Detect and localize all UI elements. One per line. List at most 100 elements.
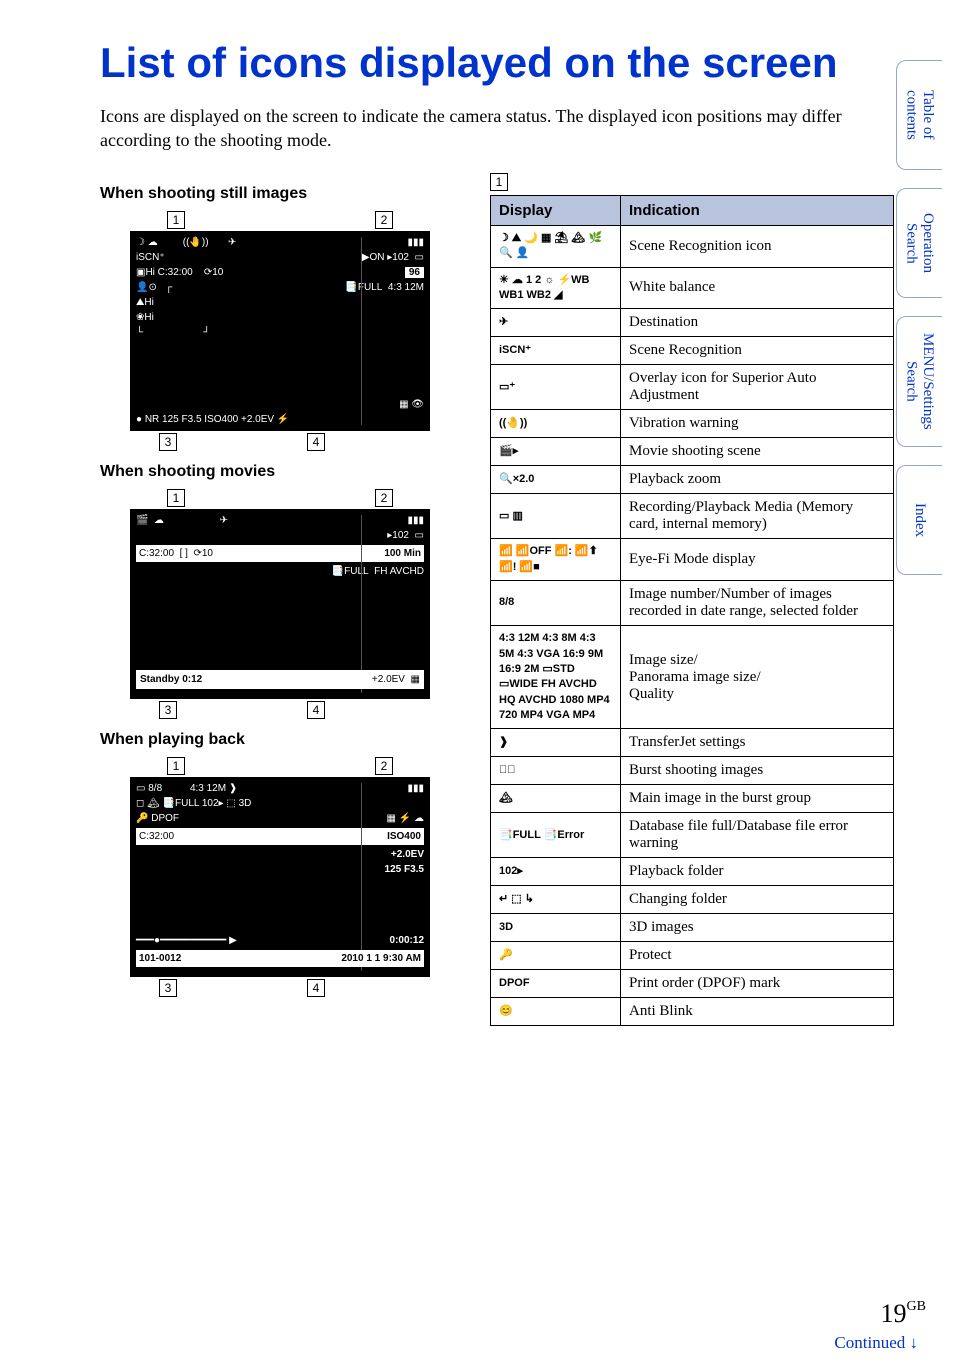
callout-2b: 2: [375, 489, 393, 507]
still-line4: 👤⊙ ┌: [136, 282, 172, 293]
display-cell: ❱: [491, 729, 621, 757]
indication-cell: Database file full/Database file error w…: [621, 813, 894, 858]
still-line6: ❀Hi: [136, 312, 154, 323]
pb-elapsed: 0:00:12: [390, 935, 424, 946]
indication-cell: Playback zoom: [621, 466, 894, 494]
display-cell: 🏔: [491, 785, 621, 813]
still-top-icons: ☽ ☁ ((🤚)) ✈: [136, 237, 236, 248]
table-row: ☽ ⛰ 🌙 ▦ ⛱ 🏔 🌿 🔍 👤Scene Recognition icon: [491, 225, 894, 267]
th-display: Display: [491, 195, 621, 225]
pb-iso: ISO400: [387, 831, 421, 842]
table-row: DPOFPrint order (DPOF) mark: [491, 970, 894, 998]
side-tabs: Table of contents Operation Search MENU/…: [896, 60, 942, 575]
section-still-label: When shooting still images: [100, 185, 460, 203]
scn-icon: iSCN⁺: [136, 252, 165, 263]
table-row: 8/8Image number/Number of images recorde…: [491, 581, 894, 626]
display-cell: 3D: [491, 914, 621, 942]
table-row: ▭⁺Overlay icon for Superior Auto Adjustm…: [491, 365, 894, 410]
table-row: ▭ ▥Recording/Playback Media (Memory card…: [491, 494, 894, 539]
still-cfull: 📑FULL 4:3 12M: [345, 282, 424, 293]
tab-menu[interactable]: MENU/Settings Search: [896, 316, 942, 447]
table-row: 102▸Playback folder: [491, 858, 894, 886]
movie-100min: 100 Min: [384, 548, 421, 559]
callout-2c: 2: [375, 757, 393, 775]
display-cell: ((🤚)): [491, 410, 621, 438]
tab-operation[interactable]: Operation Search: [896, 188, 942, 298]
still-right-icons: ▶ON ▸102 ▭: [362, 252, 424, 263]
tab-toc[interactable]: Table of contents: [896, 60, 942, 170]
callout-4b: 4: [307, 701, 325, 719]
indication-cell: Main image in the burst group: [621, 785, 894, 813]
pb-line2: ◻ 🏔 📑FULL 102▸ ⬚ 3D: [136, 798, 251, 809]
indication-cell: Playback folder: [621, 858, 894, 886]
table-row: ◻⃞Burst shooting images: [491, 757, 894, 785]
intro-text: Icons are displayed on the screen to ind…: [100, 104, 860, 153]
table-row: ↵ ⬚ ↳Changing folder: [491, 886, 894, 914]
indication-cell: Scene Recognition icon: [621, 225, 894, 267]
movie-format: 📑FULL FH AVCHD: [332, 566, 424, 577]
indication-cell: Scene Recognition: [621, 337, 894, 365]
display-cell: 🔍×2.0: [491, 466, 621, 494]
movie-batt: ▮▮▮: [407, 515, 424, 526]
callout-3: 3: [159, 433, 177, 451]
pb-top: ▭ 8/8 4:3 12M ❱: [136, 783, 237, 794]
display-cell: 🎬▸: [491, 438, 621, 466]
still-96: 96: [405, 267, 424, 278]
display-cell: 4:3 12M 4:3 8M 4:3 5M 4:3 VGA 16:9 9M 16…: [491, 626, 621, 729]
table-row: 📶 📶OFF 📶: 📶⬆ 📶! 📶■Eye-Fi Mode display: [491, 539, 894, 581]
playback-screenshot: 1 2 ▭ 8/8 4:3 12M ❱ ▮▮▮ ◻ 🏔 📑FULL 102▸ ⬚…: [125, 757, 435, 997]
indication-cell: Eye-Fi Mode display: [621, 539, 894, 581]
table-row: 🎬▸Movie shooting scene: [491, 438, 894, 466]
movie-ev: +2.0EV ▦: [372, 674, 420, 685]
indication-cell: Image size/ Panorama image size/ Quality: [621, 626, 894, 729]
continued-link[interactable]: Continued ↓: [834, 1333, 918, 1353]
movies-screenshot: 1 2 🎬 ☁ ✈ ▮▮▮ ▸102 ▭ C:32:00 [ ] ⟳10 100…: [125, 489, 435, 719]
callout-3b: 3: [159, 701, 177, 719]
table-row: 🔑Protect: [491, 942, 894, 970]
tab-index[interactable]: Index: [896, 465, 942, 575]
display-cell: DPOF: [491, 970, 621, 998]
pb-ev: +2.0EV: [391, 849, 424, 860]
movie-top: 🎬 ☁ ✈: [136, 515, 228, 526]
pb-time: C:32:00: [139, 831, 174, 842]
display-cell: ▭ ▥: [491, 494, 621, 539]
icon-table: Display Indication ☽ ⛰ 🌙 ▦ ⛱ 🏔 🌿 🔍 👤Scen…: [490, 195, 894, 1027]
pb-sf: 125 F3.5: [385, 864, 424, 875]
indication-cell: 3D images: [621, 914, 894, 942]
callout-4c: 4: [307, 979, 325, 997]
callout-1b: 1: [167, 489, 185, 507]
callout-3c: 3: [159, 979, 177, 997]
table-row: 🔍×2.0Playback zoom: [491, 466, 894, 494]
table-row: ❱TransferJet settings: [491, 729, 894, 757]
movie-102: ▸102 ▭: [387, 530, 424, 541]
callout-1c: 1: [167, 757, 185, 775]
display-cell: 🔑: [491, 942, 621, 970]
table-row: 📑FULL 📑ErrorDatabase file full/Database …: [491, 813, 894, 858]
pb-batt: ▮▮▮: [407, 783, 424, 794]
page-title: List of icons displayed on the screen: [100, 40, 894, 86]
movie-time: C:32:00 [ ] ⟳10: [139, 548, 213, 559]
table-row: 😊Anti Blink: [491, 998, 894, 1026]
indication-cell: Recording/Playback Media (Memory card, i…: [621, 494, 894, 539]
section-playback-label: When playing back: [100, 731, 460, 749]
table-row: ☀ ☁ 1 2 ☼ ⚡WB WB1 WB2 ◢White balance: [491, 267, 894, 309]
pb-progress: ━━━●━━━━━━━━━━━ ▶: [136, 935, 237, 946]
callout-4: 4: [307, 433, 325, 451]
still-line3: ▣Hi C:32:00 ⟳10: [136, 267, 223, 278]
table-row: iSCN⁺Scene Recognition: [491, 337, 894, 365]
display-cell: ☀ ☁ 1 2 ☼ ⚡WB WB1 WB2 ◢: [491, 267, 621, 309]
indication-cell: Movie shooting scene: [621, 438, 894, 466]
pb-meter: ▦ ⚡ ☁: [387, 813, 424, 824]
display-cell: ☽ ⛰ 🌙 ▦ ⛱ 🏔 🌿 🔍 👤: [491, 225, 621, 267]
still-ev-icons: ▦ 👁: [399, 399, 424, 410]
indication-cell: Image number/Number of images recorded i…: [621, 581, 894, 626]
display-cell: 102▸: [491, 858, 621, 886]
display-cell: 8/8: [491, 581, 621, 626]
indication-cell: Vibration warning: [621, 410, 894, 438]
still-bottom-line: ● NR 125 F3.5 ISO400 +2.0EV ⚡: [136, 414, 424, 425]
table-row: 3D3D images: [491, 914, 894, 942]
display-cell: ✈: [491, 309, 621, 337]
display-cell: 📑FULL 📑Error: [491, 813, 621, 858]
table-row: 🏔Main image in the burst group: [491, 785, 894, 813]
pb-dpof: 🔑 DPOF: [136, 813, 179, 824]
